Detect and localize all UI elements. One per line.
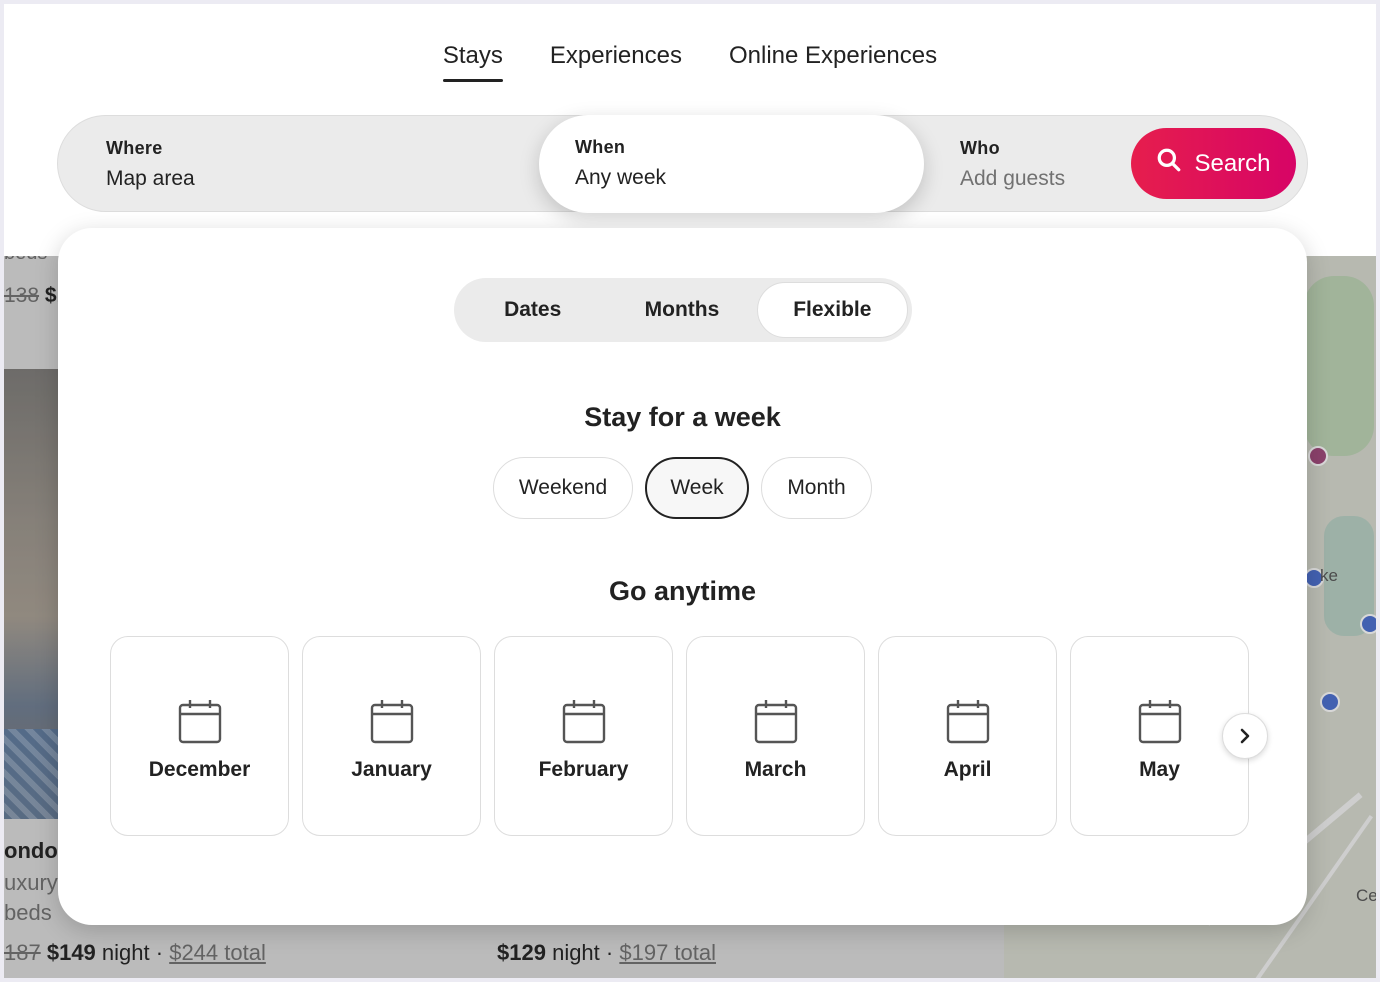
calendar-icon (1138, 700, 1181, 744)
search-icon (1156, 147, 1182, 180)
who-field[interactable]: Who Add guests (960, 116, 1120, 213)
mode-toggle: Dates Months Flexible (454, 278, 912, 342)
calendar-icon (370, 700, 413, 744)
when-label: When (575, 137, 626, 157)
mode-flexible[interactable]: Flexible (756, 282, 908, 338)
duration-month[interactable]: Month (761, 457, 872, 519)
calendar-icon (562, 700, 605, 744)
top-tabs: Stays Experiences Online Experiences (4, 42, 1376, 82)
app-frame: beds 138 $1 ondo uxury beds 187 $149 nig… (4, 4, 1376, 978)
stay-duration-title: Stay for a week (584, 402, 781, 432)
month-label: January (351, 758, 432, 781)
mode-months[interactable]: Months (607, 282, 756, 338)
month-label: December (148, 758, 251, 781)
month-label: February (538, 758, 629, 781)
date-picker-panel: Dates Months Flexible Stay for a week We… (58, 228, 1307, 925)
calendar-icon (946, 700, 989, 744)
month-card-april[interactable]: April (878, 636, 1057, 836)
duration-week[interactable]: Week (645, 457, 749, 519)
month-card-january[interactable]: January (302, 636, 481, 836)
month-label: March (744, 758, 807, 781)
duration-weekend[interactable]: Weekend (493, 457, 633, 519)
where-label: Where (106, 138, 163, 158)
go-anytime-title: Go anytime (608, 576, 757, 606)
month-label: May (1139, 758, 1180, 781)
calendar-icon (754, 700, 797, 744)
when-value: Any week (575, 166, 667, 189)
month-carousel: December January February March April Ma… (110, 636, 1249, 836)
where-value: Map area (106, 167, 195, 190)
search-button-label: Search (1194, 149, 1271, 177)
month-card-march[interactable]: March (686, 636, 865, 836)
chevron-right-icon (1240, 728, 1250, 744)
search-bar: Where Map area When Any week Who Add gue… (57, 115, 1308, 213)
where-field[interactable]: Where Map area (106, 116, 526, 213)
month-card-december[interactable]: December (110, 636, 289, 836)
who-label: Who (960, 138, 1000, 158)
tab-experiences[interactable]: Experiences (550, 42, 682, 82)
who-value: Add guests (960, 167, 1066, 190)
when-field[interactable]: When Any week (539, 115, 924, 213)
search-button[interactable]: Search (1131, 128, 1296, 199)
mode-dates[interactable]: Dates (458, 282, 607, 338)
tab-stays[interactable]: Stays (442, 42, 503, 82)
tab-online-experiences[interactable]: Online Experiences (729, 42, 937, 82)
calendar-icon (178, 700, 221, 744)
carousel-next-button[interactable] (1222, 713, 1268, 759)
duration-options: Weekend Week Month (58, 457, 1307, 519)
month-label: April (943, 758, 992, 781)
month-card-february[interactable]: February (494, 636, 673, 836)
